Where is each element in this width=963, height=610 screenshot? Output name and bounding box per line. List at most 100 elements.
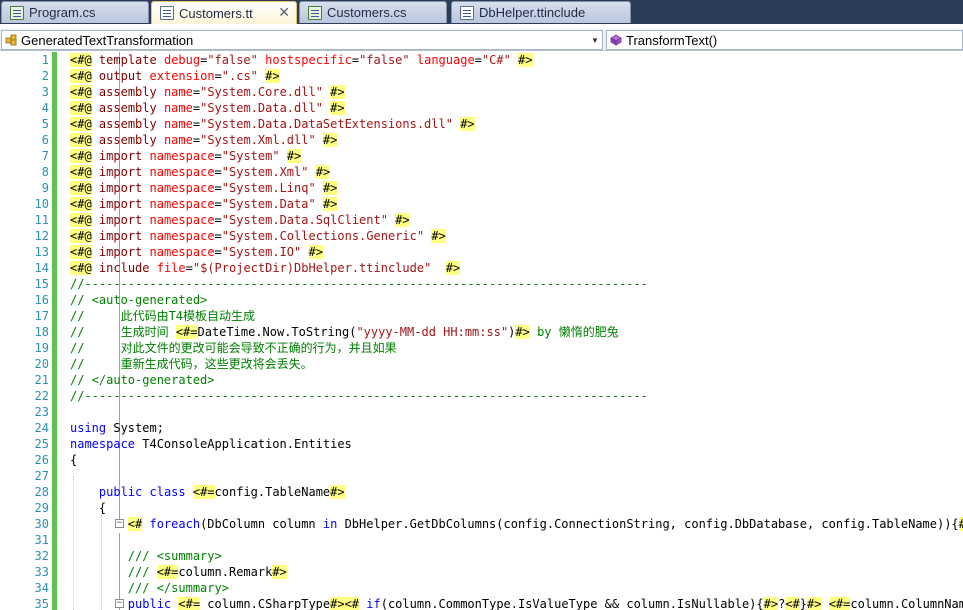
- tab-customers-tt[interactable]: Customers.tt ✕: [151, 1, 297, 24]
- code-line: <#@ output extension=".cs" #>: [70, 68, 280, 84]
- code-token: <#@: [70, 117, 92, 131]
- type-combo[interactable]: GeneratedTextTransformation ▼: [1, 30, 603, 50]
- line-number: 16: [34, 293, 49, 307]
- document-tab-strip: Program.cs Customers.tt ✕ Customers.cs D…: [0, 0, 963, 24]
- code-token: import: [98, 181, 143, 195]
- code-token: hostspecific: [265, 53, 352, 67]
- code-token: column.ColumnName: [850, 597, 963, 610]
- line-number: 15: [34, 277, 49, 291]
- line-number: 5: [41, 117, 49, 131]
- code-token: template: [98, 53, 157, 67]
- code-token: =: [214, 213, 222, 227]
- chevron-down-icon[interactable]: ▼: [588, 31, 602, 49]
- code-token: =: [192, 133, 201, 147]
- line-number: 24: [34, 421, 49, 435]
- code-line: <#@ assembly name="System.Core.dll" #>: [70, 84, 345, 100]
- line-number: 20: [34, 357, 49, 371]
- code-token: <#@: [70, 69, 92, 83]
- code-token: namespace: [149, 229, 215, 243]
- line-number: 22: [34, 389, 49, 403]
- code-line: <#@ import namespace="System.Xml" #>: [70, 164, 331, 180]
- code-token: {: [70, 453, 78, 467]
- code-token: "System.IO": [221, 245, 302, 259]
- code-token: =: [214, 181, 222, 195]
- code-token: namespace: [149, 213, 215, 227]
- code-token: //--------------------------------------…: [70, 277, 648, 291]
- line-number: 7: [41, 149, 49, 163]
- line-number-margin: 1 2 3 4 5 6 7 8 9 10 11 12 13 14 15 16 17 18 19 20 21 22 23 24 2…: [0, 52, 52, 610]
- line-number: 10: [34, 197, 49, 211]
- code-line: /// <summary>: [70, 548, 222, 564]
- code-token: #>: [445, 261, 461, 275]
- code-token: // 对此文件的更改可能会导致不正确的行为，并且如果: [70, 341, 397, 355]
- tab-program-cs[interactable]: Program.cs: [1, 1, 149, 23]
- code-token: =: [192, 101, 201, 115]
- code-line: <#@ import namespace="System.Data" #>: [70, 196, 338, 212]
- tab-dbhelper-ttinclude[interactable]: DbHelper.ttinclude: [451, 1, 631, 23]
- line-number: 28: [34, 485, 49, 499]
- code-line: /// </summary>: [70, 580, 229, 596]
- code-token: ".cs": [221, 69, 258, 83]
- close-icon[interactable]: ✕: [278, 4, 290, 21]
- code-token: <#@: [70, 165, 92, 179]
- code-token: debug: [163, 53, 201, 67]
- code-token: using: [70, 421, 107, 435]
- code-token: <#@: [70, 213, 92, 227]
- code-editor[interactable]: 1 2 3 4 5 6 7 8 9 10 11 12 13 14 15 16 17 18 19 20 21 22 23 24 2…: [0, 52, 963, 610]
- code-token: namespace: [149, 197, 215, 211]
- code-token: <#@: [70, 229, 92, 243]
- code-line: <# foreach(DbColumn column in DbHelper.G…: [70, 516, 963, 532]
- code-token: "System.Data": [221, 197, 316, 211]
- navigation-bar: GeneratedTextTransformation ▼ TransformT…: [0, 29, 963, 51]
- code-token: <#: [127, 517, 143, 531]
- line-number: 34: [34, 581, 49, 595]
- code-token: =: [214, 69, 222, 83]
- code-line: // 生成时间 <#=DateTime.Now.ToString("yyyy-M…: [70, 324, 619, 340]
- member-combo[interactable]: TransformText(): [606, 30, 963, 50]
- code-token: #>: [515, 325, 530, 339]
- code-line: /// <#=column.Remark#>: [70, 564, 287, 580]
- line-number: 13: [34, 245, 49, 259]
- code-token: #>: [763, 597, 779, 610]
- tab-customers-cs[interactable]: Customers.cs: [299, 1, 447, 23]
- code-token: #>: [315, 165, 331, 179]
- code-token: =: [214, 245, 222, 259]
- line-number: 19: [34, 341, 49, 355]
- code-token: #>: [322, 197, 338, 211]
- code-token: <#@: [70, 261, 92, 275]
- code-line: <#@ assembly name="System.Data.dll" #>: [70, 100, 345, 116]
- code-token: name: [163, 85, 193, 99]
- code-token: System;: [106, 421, 164, 435]
- code-token: ///: [127, 565, 157, 579]
- code-token: extension: [149, 69, 215, 83]
- code-token: =: [214, 149, 222, 163]
- code-token: namespace: [149, 245, 215, 259]
- code-token: public: [98, 485, 143, 499]
- code-token: <#=: [192, 485, 215, 499]
- code-token: #>: [330, 101, 345, 115]
- line-number: 27: [34, 469, 49, 483]
- class-icon: [5, 34, 17, 46]
- code-text-area[interactable]: <#@ template debug="false" hostspecific=…: [70, 52, 963, 610]
- code-token: // </auto-generated>: [70, 373, 215, 387]
- line-number: 29: [34, 501, 49, 515]
- code-token: #>: [322, 181, 338, 195]
- code-line: // <auto-generated>: [70, 292, 207, 308]
- code-token: #>: [958, 517, 963, 531]
